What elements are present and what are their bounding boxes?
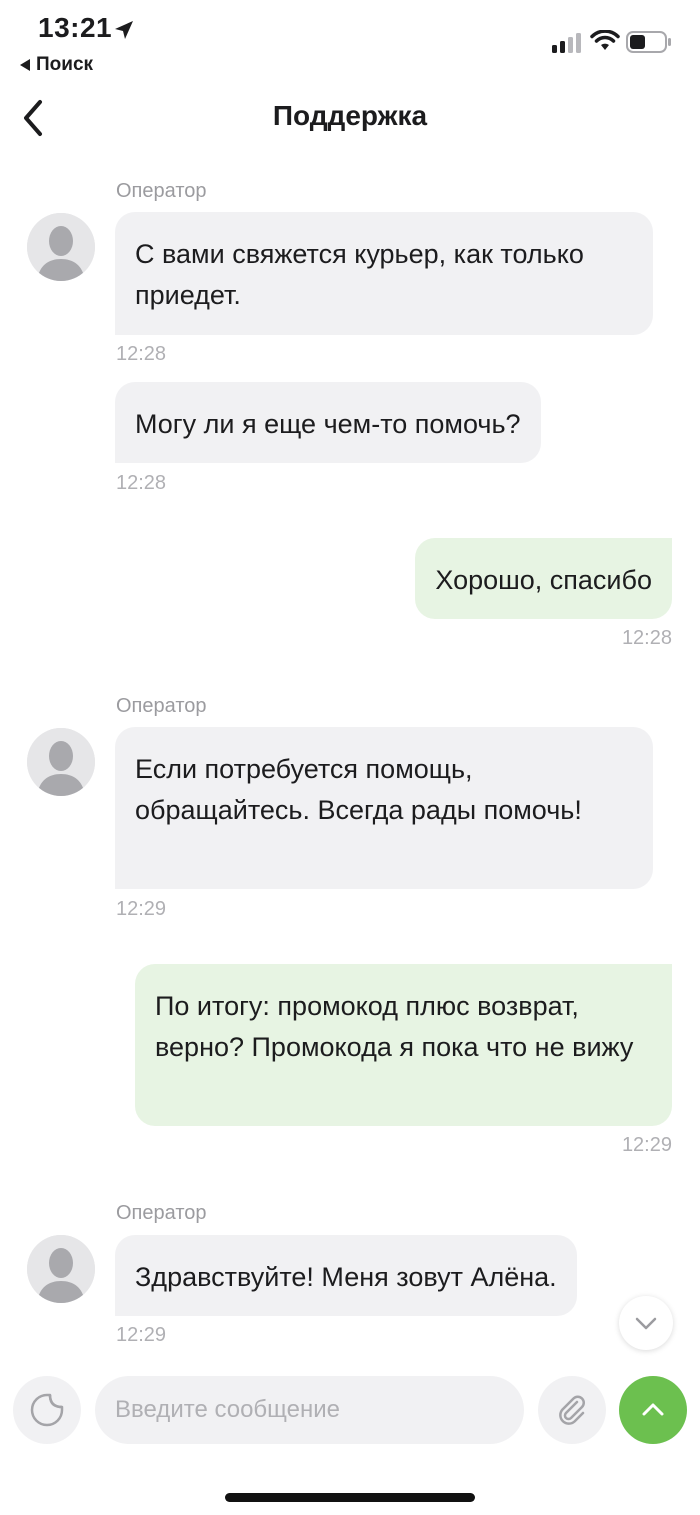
chevron-down-icon: [635, 1317, 657, 1330]
send-button[interactable]: [619, 1376, 687, 1444]
user-silhouette-icon: [27, 1235, 95, 1303]
message-time: 12:29: [116, 898, 167, 920]
message-bubble-outgoing: По итогу: промокод плюс возврат, верно? …: [135, 964, 672, 1126]
message-bubble-incoming: Здравствуйте! Меня зовут Алёна.: [115, 1235, 577, 1316]
operator-avatar: [27, 213, 95, 281]
user-silhouette-icon: [27, 213, 95, 281]
operator-avatar: [27, 728, 95, 796]
attach-button[interactable]: [538, 1376, 606, 1444]
sender-label: Оператор: [116, 180, 207, 202]
sender-label: Оператор: [116, 695, 207, 717]
paperclip-icon: [559, 1395, 585, 1425]
message-bubble-outgoing: Хорошо, спасибо: [415, 538, 672, 619]
status-time: 13:21: [38, 12, 113, 43]
location-arrow-icon: [115, 21, 133, 39]
message-time: 12:28: [621, 627, 672, 649]
message-bubble-incoming: С вами свяжется курьер, как только приед…: [115, 212, 653, 335]
message-time: 12:28: [116, 472, 167, 494]
back-to-app-link[interactable]: Поиск: [20, 54, 93, 76]
back-triangle-icon: [20, 59, 30, 71]
message-time: 12:28: [116, 343, 167, 365]
message-time: 12:29: [116, 1324, 167, 1346]
user-silhouette-icon: [27, 728, 95, 796]
message-bubble-incoming: Если потребуется помощь, обращайтесь. Вс…: [115, 727, 653, 889]
home-indicator[interactable]: [225, 1493, 475, 1502]
message-time: 12:29: [621, 1134, 672, 1156]
wifi-icon: [590, 30, 620, 50]
sender-label: Оператор: [116, 1202, 207, 1224]
sticker-icon: [30, 1393, 64, 1427]
cellular-signal-icon: [552, 33, 581, 53]
operator-avatar: [27, 1235, 95, 1303]
battery-icon: [626, 31, 671, 53]
message-bubble-incoming: Могу ли я еще чем-то помочь?: [115, 382, 541, 463]
chevron-up-icon: [642, 1403, 664, 1416]
page-title: Поддержка: [272, 100, 428, 131]
scroll-to-bottom-button[interactable]: [619, 1296, 673, 1350]
message-input[interactable]: [95, 1376, 524, 1444]
back-to-app-label: Поиск: [36, 54, 94, 75]
sticker-button[interactable]: [13, 1376, 81, 1444]
